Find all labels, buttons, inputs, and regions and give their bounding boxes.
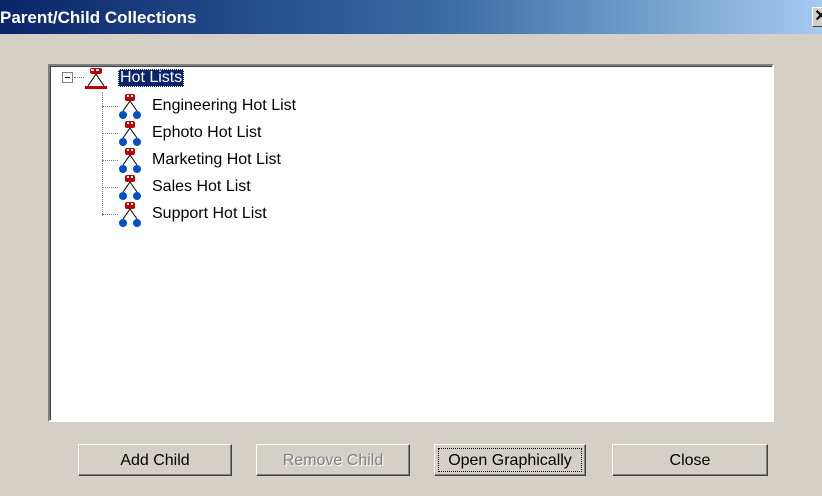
tree-child-label: Marketing Hot List [152,151,281,168]
close-window-button[interactable]: ✕ [812,7,822,27]
tree-connector [102,92,103,216]
collection-icon [119,94,141,119]
collection-root-icon [85,68,107,89]
tree-child-label: Ephoto Hot List [152,124,262,141]
collection-tree[interactable]: Hot Lists Engineering Hot List Ephoto Ho… [48,64,774,422]
open-graphically-button[interactable]: Open Graphically [434,444,586,476]
close-button[interactable]: Close [612,444,768,476]
tree-connector [102,160,118,161]
tree-root-label[interactable]: Hot Lists [118,69,185,87]
collection-icon [119,175,141,200]
add-child-button[interactable]: Add Child [78,444,232,476]
tree-connector [102,106,118,107]
collection-icon [119,202,141,227]
close-icon: ✕ [814,8,822,25]
remove-child-button[interactable]: Remove Child [256,444,410,476]
tree-connector [102,133,118,134]
window-title: Parent/Child Collections [0,8,197,27]
collapse-toggle[interactable] [62,72,73,83]
collection-icon [119,121,141,146]
tree-child-label: Engineering Hot List [152,97,297,114]
dialog-window: Parent/Child Collections ✕ Hot Lists [0,0,822,496]
tree-connector [102,214,118,215]
tree-child-label: Sales Hot List [152,178,251,195]
tree-connector [102,187,118,188]
tree-child-label: Support Hot List [152,205,267,222]
tree-connector [74,77,84,78]
collection-icon [119,148,141,173]
title-bar[interactable]: Parent/Child Collections ✕ [0,0,822,34]
